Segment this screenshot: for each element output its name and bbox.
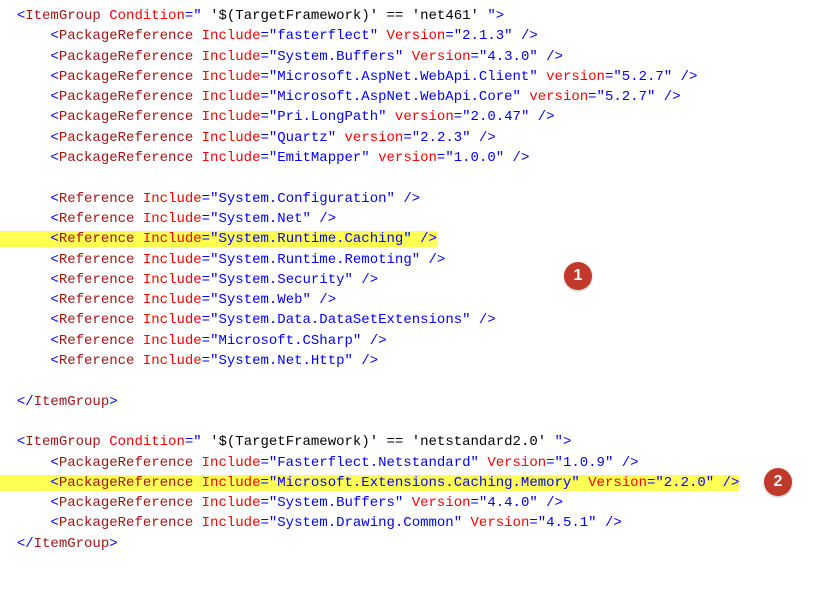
- reference: <Reference Include="System.Net" />: [0, 209, 832, 229]
- blank-line: [0, 412, 832, 432]
- package-reference: <PackageReference Include="Fasterflect.N…: [0, 453, 832, 473]
- reference: <Reference Include="System.Configuration…: [0, 189, 832, 209]
- itemgroup-open-1: <ItemGroup Condition=" '$(TargetFramewor…: [0, 6, 832, 26]
- package-reference: <PackageReference Include="Quartz" versi…: [0, 128, 832, 148]
- package-reference: <PackageReference Include="System.Buffer…: [0, 493, 832, 513]
- xml-code-block: <ItemGroup Condition=" '$(TargetFramewor…: [0, 0, 832, 560]
- package-reference: <PackageReference Include="EmitMapper" v…: [0, 148, 832, 168]
- reference: <Reference Include="System.Security" />: [0, 270, 832, 290]
- annotation-badge-1: 1: [564, 262, 592, 290]
- itemgroup-open-2: <ItemGroup Condition=" '$(TargetFramewor…: [0, 432, 832, 452]
- package-reference: <PackageReference Include="Microsoft.Asp…: [0, 67, 832, 87]
- package-reference: <PackageReference Include="Pri.LongPath"…: [0, 107, 832, 127]
- blank-line: [0, 168, 832, 188]
- package-reference: <PackageReference Include="System.Buffer…: [0, 47, 832, 67]
- reference: <Reference Include="System.Net.Http" />: [0, 351, 832, 371]
- reference-highlighted: <Reference Include="System.Runtime.Cachi…: [0, 229, 832, 249]
- itemgroup-close-2: </ItemGroup>: [0, 534, 832, 554]
- package-reference: <PackageReference Include="Microsoft.Asp…: [0, 87, 832, 107]
- annotation-badge-2: 2: [764, 468, 792, 496]
- reference: <Reference Include="System.Runtime.Remot…: [0, 250, 832, 270]
- package-reference: <PackageReference Include="fasterflect" …: [0, 26, 832, 46]
- reference: <Reference Include="System.Web" />: [0, 290, 832, 310]
- reference: <Reference Include="System.Data.DataSetE…: [0, 310, 832, 330]
- blank-line: [0, 371, 832, 391]
- package-reference: <PackageReference Include="System.Drawin…: [0, 513, 832, 533]
- reference: <Reference Include="Microsoft.CSharp" />: [0, 331, 832, 351]
- itemgroup-close-1: </ItemGroup>: [0, 392, 832, 412]
- package-reference-highlighted: <PackageReference Include="Microsoft.Ext…: [0, 473, 832, 493]
